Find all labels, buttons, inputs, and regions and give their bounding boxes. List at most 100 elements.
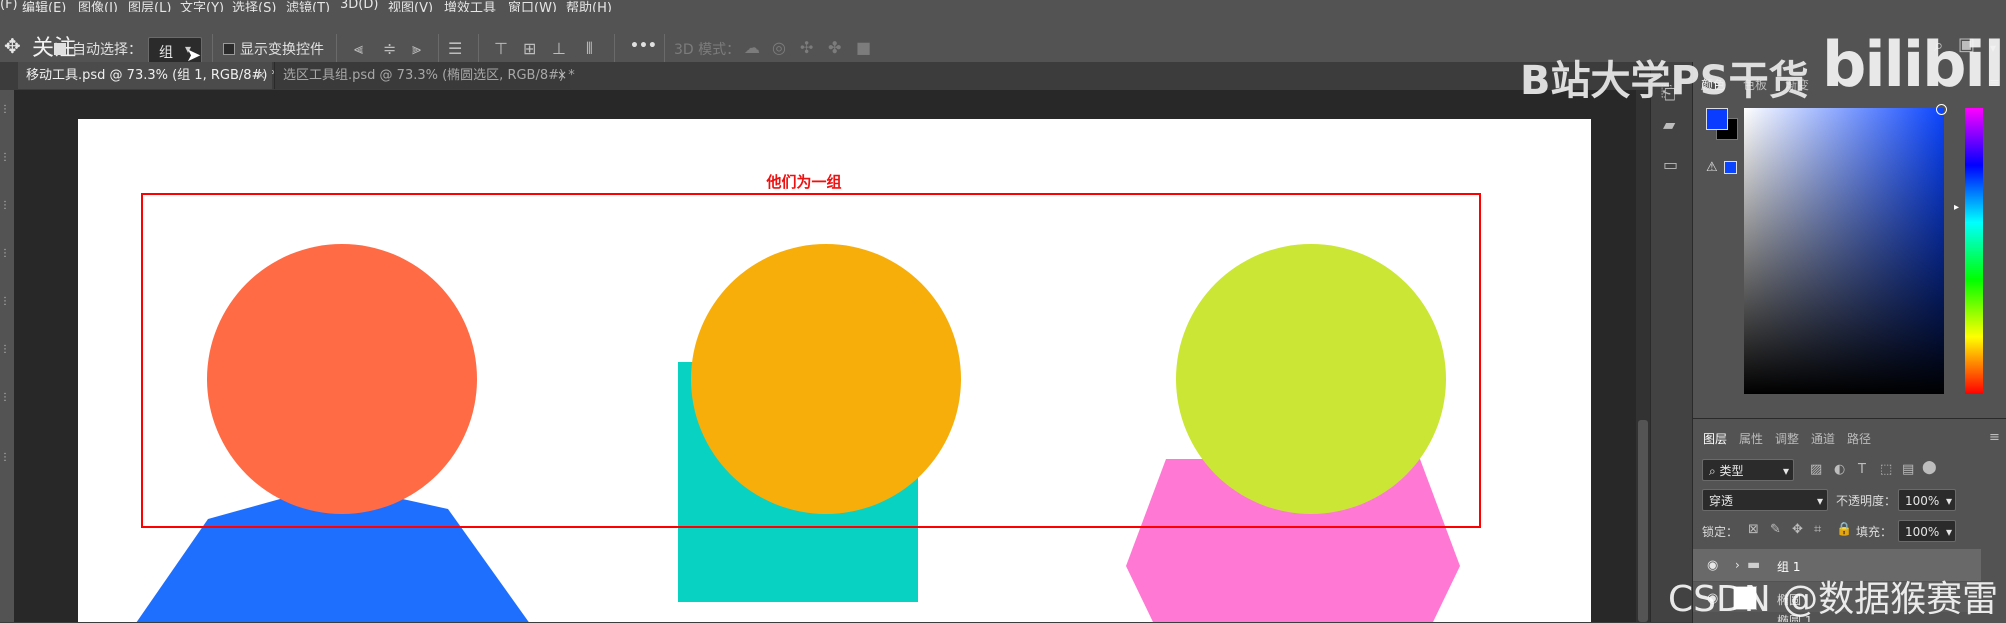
filter-smart-object-icon[interactable]: ▤ — [1902, 462, 1914, 478]
hue-slider-handle[interactable]: ▸ — [1954, 200, 1959, 216]
tab-adjustments[interactable]: 调整 — [1775, 430, 1799, 447]
blend-mode-dropdown[interactable]: 穿透 ▾ — [1702, 489, 1828, 511]
chevron-down-icon: ▾ — [1782, 464, 1789, 478]
3d-roll-icon[interactable]: ◎ — [772, 40, 786, 56]
tab-move-tool-psd[interactable]: 移动工具.psd @ 73.3% (组 1, RGB/8#) * × — [18, 62, 278, 89]
layer-filter-dropdown[interactable]: ⌕ 类型 ▾ — [1702, 459, 1794, 481]
align-middle-v-icon[interactable]: ⊞ — [523, 41, 536, 57]
3d-pan-icon[interactable]: ✣ — [800, 40, 813, 56]
layer-comps-icon[interactable]: ▭ — [1663, 157, 1678, 173]
type-tool-icon[interactable]: ⋮ — [0, 390, 10, 406]
align-left-icon[interactable]: ⫷ — [354, 41, 363, 57]
menu-type[interactable]: 文字(Y) — [180, 0, 224, 12]
menu-bar: (F) 编辑(E) 图像(I) 图层(L) 文字(Y) 选择(S) 滤镜(T) … — [0, 0, 2006, 12]
menu-file[interactable]: (F) — [0, 0, 18, 12]
move-tool-icon[interactable]: ✥ — [4, 36, 21, 56]
tab-selection-tools-psd[interactable]: 选区工具组.psd @ 73.3% (椭圆选区, RGB/8#) * × — [274, 62, 575, 89]
lock-position-icon[interactable]: ✥ — [1792, 522, 1803, 538]
separator — [614, 34, 615, 62]
document-canvas[interactable]: 他们为一组 — [78, 119, 1591, 622]
separator — [664, 34, 665, 62]
bilibili-logo: bilibili — [1822, 28, 2006, 101]
panel-menu-icon[interactable]: ≡ — [1989, 430, 2000, 446]
fill-value: 100% — [1905, 525, 1940, 539]
align-right-icon[interactable]: ⫸ — [412, 41, 421, 57]
hand-tool-icon[interactable]: ⋮ — [0, 450, 10, 466]
menu-view[interactable]: 视图(V) — [388, 0, 433, 12]
websafe-color-chip[interactable] — [1724, 161, 1737, 174]
marquee-tool-icon[interactable]: ⋮ — [0, 102, 10, 118]
filter-type-icon[interactable]: T — [1858, 462, 1866, 478]
menu-window[interactable]: 窗口(W) — [508, 0, 557, 12]
lock-artboard-icon[interactable]: ⌗ — [1814, 522, 1821, 538]
show-transform-checkbox[interactable] — [223, 43, 235, 55]
tab-layers[interactable]: 图层 — [1703, 430, 1727, 447]
filter-pixel-icon[interactable]: ▨ — [1810, 462, 1822, 478]
document-tab-bar: 移动工具.psd @ 73.3% (组 1, RGB/8#) * × 选区工具组… — [0, 62, 1650, 89]
lock-image-icon[interactable]: ✎ — [1770, 522, 1781, 538]
color-picker-marker[interactable] — [1936, 104, 1947, 115]
menu-layer[interactable]: 图层(L) — [128, 0, 171, 12]
brush-tool-icon[interactable]: ⋮ — [0, 246, 10, 262]
lasso-tool-icon[interactable]: ⋮ — [0, 150, 10, 166]
opacity-value: 100% — [1905, 494, 1940, 508]
warning-icon: ⚠ — [1706, 160, 1718, 175]
search-icon: ⌕ — [1709, 464, 1720, 478]
scrollbar-thumb[interactable] — [1638, 420, 1648, 622]
menu-filter[interactable]: 滤镜(T) — [286, 0, 330, 12]
show-transform-label: 显示变换控件 — [240, 42, 324, 58]
lock-all-icon[interactable]: 🔒 — [1836, 522, 1852, 538]
tab-channels[interactable]: 通道 — [1811, 430, 1835, 447]
align-bottom-icon[interactable]: ⊥ — [552, 41, 566, 57]
chevron-down-icon: ▾ — [1945, 525, 1952, 539]
fill-label: 填充： — [1856, 525, 1893, 539]
menu-help[interactable]: 帮助(H) — [566, 0, 612, 12]
distribute-icon[interactable]: ☰ — [448, 41, 462, 57]
3d-slide-icon[interactable]: ✤ — [828, 40, 841, 56]
menu-image[interactable]: 图像(I) — [78, 0, 118, 12]
menu-plugins[interactable]: 增效工具 — [444, 0, 496, 12]
hue-slider[interactable] — [1965, 108, 1983, 394]
close-icon[interactable]: × — [557, 62, 567, 89]
opacity-label: 不透明度： — [1836, 494, 1897, 508]
filter-shape-icon[interactable]: ⬚ — [1880, 462, 1892, 478]
chevron-down-icon: ▾ — [1945, 494, 1952, 508]
tab-properties[interactable]: 属性 — [1739, 430, 1763, 447]
csdn-watermark: CSDN @数据猴赛雷 — [1668, 579, 1999, 620]
separator — [336, 34, 337, 62]
panel-icon-column: ⎗ ▰ ▭ — [1650, 62, 1693, 622]
red-circle[interactable] — [207, 244, 477, 514]
lime-circle[interactable] — [1176, 244, 1446, 514]
canvas-artwork: 他们为一组 — [136, 173, 1481, 622]
menu-edit[interactable]: 编辑(E) — [22, 0, 66, 12]
comment-icon[interactable]: ▰ — [1663, 117, 1675, 133]
tab-label: 移动工具.psd @ 73.3% (组 1, RGB/8#) * — [26, 68, 279, 83]
foreground-color-swatch[interactable] — [1706, 108, 1728, 130]
menu-select[interactable]: 选择(S) — [232, 0, 276, 12]
opacity-input[interactable]: 100% ▾ — [1898, 489, 1956, 511]
auto-select-checkbox[interactable] — [54, 43, 66, 55]
group-annotation: 他们为一组 — [765, 173, 841, 191]
filter-toggle-icon[interactable]: ⬤ — [1922, 460, 1937, 476]
filter-adjustment-icon[interactable]: ◐ — [1834, 462, 1845, 478]
pen-tool-icon[interactable]: ⋮ — [0, 342, 10, 358]
color-spectrum[interactable] — [1744, 108, 1944, 394]
more-options-button[interactable]: ••• — [630, 38, 657, 54]
tab-label: 选区工具组.psd @ 73.3% (椭圆选区, RGB/8#) * — [283, 68, 575, 83]
menu-3d[interactable]: 3D(D) — [340, 0, 378, 12]
crop-tool-icon[interactable]: ⋮ — [0, 198, 10, 214]
tab-paths[interactable]: 路径 — [1847, 430, 1871, 447]
close-icon[interactable]: × — [256, 62, 266, 89]
layer-filter-value: 类型 — [1719, 464, 1744, 478]
align-top-icon[interactable]: ⊤ — [494, 41, 508, 57]
orange-circle[interactable] — [691, 244, 961, 514]
distribute-vertical-icon[interactable]: ⫴ — [586, 41, 593, 57]
3d-orbit-icon[interactable]: ☁ — [744, 40, 760, 56]
align-center-h-icon[interactable]: ≑ — [383, 41, 396, 57]
3d-camera-icon[interactable]: ■ — [856, 40, 871, 56]
eraser-tool-icon[interactable]: ⋮ — [0, 294, 10, 310]
fill-input[interactable]: 100% ▾ — [1898, 520, 1956, 542]
lock-transparent-icon[interactable]: ⊠ — [1748, 522, 1759, 538]
separator — [478, 34, 479, 62]
auto-select-value: 组 — [159, 45, 173, 61]
